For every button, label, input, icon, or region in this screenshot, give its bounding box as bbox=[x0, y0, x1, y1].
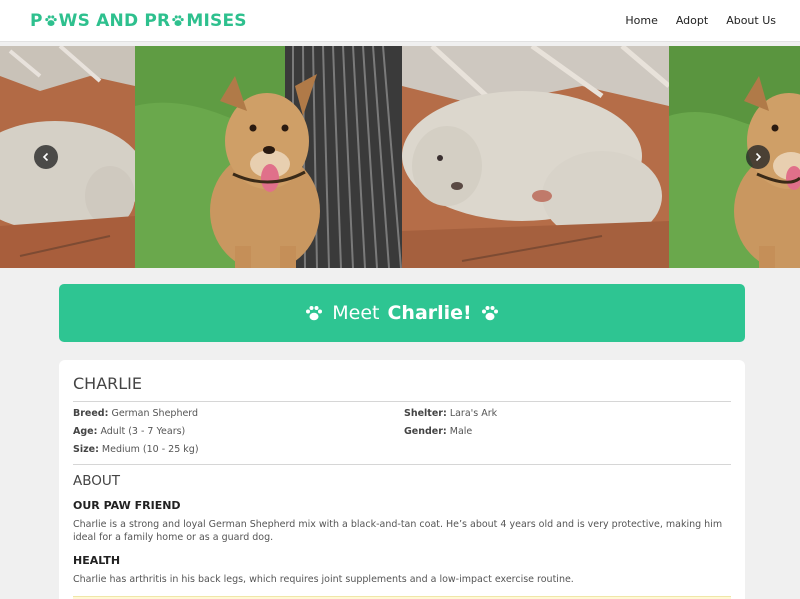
navbar: P WS AND PR MISES Home Adopt About Us bbox=[0, 0, 800, 42]
pet-name-heading: CHARLIE bbox=[73, 374, 731, 402]
paw-icon bbox=[44, 14, 57, 26]
paw-icon bbox=[481, 306, 498, 321]
size-label: Size: bbox=[73, 444, 99, 455]
age-info: Age: Adult (3 - 7 Years) bbox=[73, 426, 404, 438]
carousel-slide-image bbox=[0, 46, 135, 268]
age-value: Adult (3 - 7 Years) bbox=[100, 426, 186, 437]
nav-adopt[interactable]: Adopt bbox=[676, 14, 708, 27]
gender-info: Gender: Male bbox=[404, 426, 731, 438]
gender-value: Male bbox=[449, 426, 473, 437]
size-info: Size: Medium (10 - 25 kg) bbox=[73, 444, 404, 456]
paw-friend-text: Charlie is a strong and loyal German She… bbox=[73, 519, 723, 543]
brand-text-1: P bbox=[30, 10, 43, 31]
gender-label: Gender: bbox=[404, 426, 447, 437]
carousel-slide-image bbox=[135, 46, 402, 268]
paw-icon bbox=[172, 14, 185, 26]
chevron-right-icon bbox=[755, 152, 762, 162]
carousel-slide-image bbox=[669, 46, 800, 268]
age-label: Age: bbox=[73, 426, 98, 437]
meet-pet-name: Charlie! bbox=[387, 302, 472, 324]
meet-banner: Meet Charlie! bbox=[59, 284, 745, 342]
meet-prefix: Meet bbox=[332, 302, 380, 324]
size-value: Medium (10 - 25 kg) bbox=[101, 444, 199, 455]
nav-links: Home Adopt About Us bbox=[625, 14, 776, 27]
pet-details-card: CHARLIE Breed: German Shepherd Shelter: … bbox=[59, 360, 745, 599]
carousel-slide-image bbox=[402, 46, 669, 268]
brand-text-2: WS AND PR bbox=[58, 10, 171, 31]
breed-label: Breed: bbox=[73, 408, 109, 419]
paw-icon bbox=[306, 306, 323, 321]
breed-value: German Shepherd bbox=[111, 408, 199, 419]
carousel-prev-button[interactable] bbox=[34, 145, 58, 169]
shelter-label: Shelter: bbox=[404, 408, 447, 419]
nav-about-us[interactable]: About Us bbox=[726, 14, 776, 27]
health-text: Charlie has arthritis in his back legs, … bbox=[73, 574, 574, 585]
carousel-next-button[interactable] bbox=[746, 145, 770, 169]
brand-logo[interactable]: P WS AND PR MISES bbox=[30, 11, 247, 31]
nav-home[interactable]: Home bbox=[625, 14, 657, 27]
shelter-info: Shelter: Lara's Ark bbox=[404, 408, 731, 420]
shelter-value: Lara's Ark bbox=[449, 408, 498, 419]
pet-info-grid: Breed: German Shepherd Shelter: Lara's A… bbox=[73, 408, 731, 465]
health-heading: HEALTH bbox=[73, 554, 121, 567]
image-carousel bbox=[0, 46, 800, 268]
paw-friend-heading: OUR PAW FRIEND bbox=[73, 499, 181, 512]
brand-text-3: MISES bbox=[186, 10, 247, 31]
chevron-left-icon bbox=[42, 152, 49, 162]
about-heading: ABOUT bbox=[73, 473, 121, 489]
breed-info: Breed: German Shepherd bbox=[73, 408, 404, 420]
